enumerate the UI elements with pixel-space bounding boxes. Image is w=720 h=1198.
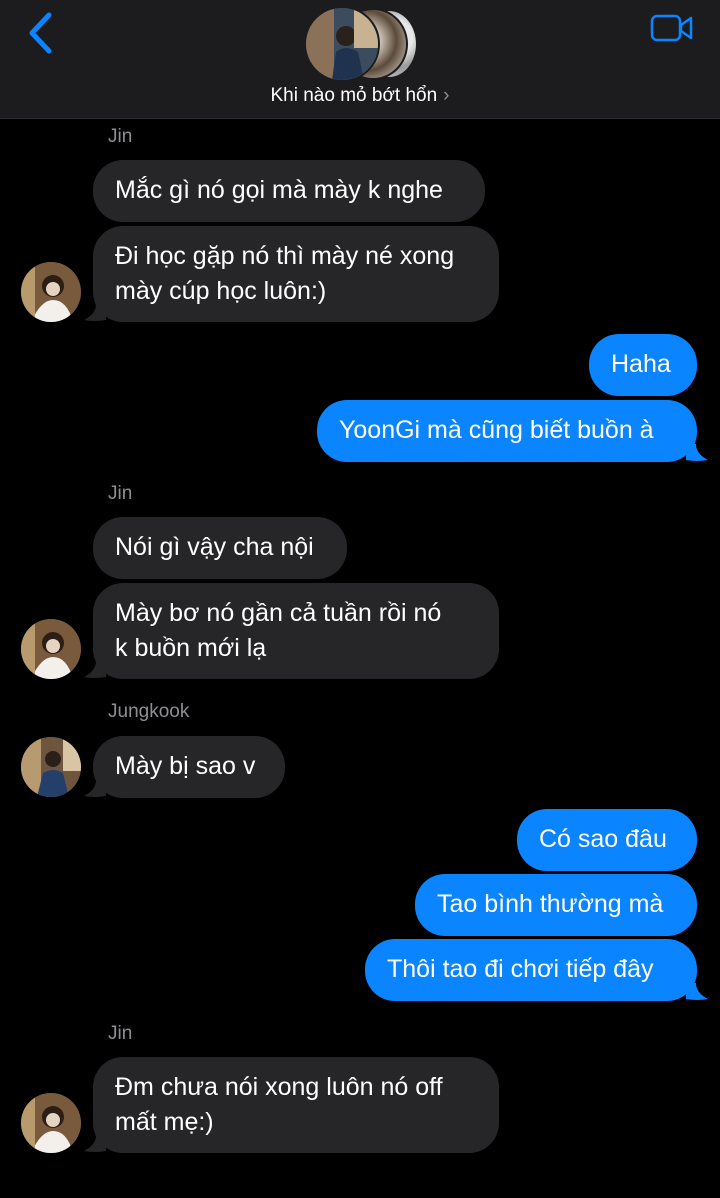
message-text: Tao bình thường mà [437, 890, 664, 918]
message-text: YoonGi mà cũng biết buồn à [339, 416, 654, 444]
chevron-left-icon [29, 12, 52, 54]
bubble-tail [84, 1135, 106, 1152]
person-photo [21, 1093, 81, 1153]
person-photo [306, 8, 378, 80]
bubble-tail [84, 304, 106, 321]
sender-name: Jin [108, 483, 133, 504]
person-photo [21, 262, 81, 322]
message-text: Mày bị sao v [115, 752, 256, 780]
message-bubble[interactable]: Nói gì vậy cha nội [93, 517, 347, 579]
chevron-right-icon: › [443, 85, 450, 106]
message-bubble[interactable]: YoonGi mà cũng biết buồn à [317, 400, 697, 462]
person-photo [21, 737, 81, 797]
back-button[interactable] [18, 8, 62, 58]
message-text: Đi học gặp nó thì mày né xong [115, 242, 455, 270]
sender-name: Jungkook [108, 701, 190, 722]
sender-name: Jin [108, 126, 133, 147]
person-photo [21, 619, 81, 679]
avatar[interactable] [21, 262, 81, 322]
avatar[interactable] [21, 1093, 81, 1153]
message-text: mày cúp học luôn:) [115, 277, 327, 305]
message-text: Mày bơ nó gần cả tuần rồi nó [115, 599, 442, 627]
message-text: Thôi tao đi chơi tiếp đây [387, 955, 654, 983]
bubble-tail [84, 780, 106, 797]
message-bubble[interactable]: Mắc gì nó gọi mà mày k nghe [93, 160, 485, 222]
group-avatar[interactable] [304, 6, 418, 82]
bubble-tail [686, 444, 708, 461]
bubble-tail [84, 661, 106, 678]
member-avatar [304, 6, 380, 82]
avatar[interactable] [21, 619, 81, 679]
message-text: k buồn mới lạ [115, 634, 267, 662]
message-text: Nói gì vậy cha nội [115, 533, 314, 561]
message-bubble[interactable]: Tao bình thường mà [415, 874, 697, 936]
message-bubble[interactable]: Mày bị sao v [93, 736, 285, 798]
group-title: Khi nào mỏ bớt hổn [270, 85, 438, 106]
message-bubble[interactable]: Đm chưa nói xong luôn nó off mất mẹ:) [93, 1057, 499, 1153]
message-text: Mắc gì nó gọi mà mày k nghe [115, 176, 443, 204]
sender-name: Jin [108, 1023, 133, 1044]
video-call-button[interactable] [646, 8, 698, 48]
message-text: Đm chưa nói xong luôn nó off [115, 1073, 443, 1101]
message-bubble[interactable]: Có sao đâu [517, 809, 697, 871]
group-name[interactable]: Khi nào mỏ bớt hổn › [0, 85, 720, 107]
bubble-tail [686, 983, 708, 1000]
video-camera-icon [650, 14, 693, 42]
message-text: mất mẹ:) [115, 1108, 214, 1136]
message-text: Haha [611, 350, 671, 378]
message-bubble[interactable]: Mày bơ nó gần cả tuần rồi nó k buồn mới … [93, 583, 499, 679]
message-bubble[interactable]: Thôi tao đi chơi tiếp đây [365, 939, 697, 1001]
message-text: Có sao đâu [539, 825, 667, 853]
message-bubble[interactable]: Haha [589, 334, 697, 396]
avatar[interactable] [21, 737, 81, 797]
message-bubble[interactable]: Đi học gặp nó thì mày né xong mày cúp họ… [93, 226, 499, 322]
conversation-header: Khi nào mỏ bớt hổn › [0, 0, 720, 119]
